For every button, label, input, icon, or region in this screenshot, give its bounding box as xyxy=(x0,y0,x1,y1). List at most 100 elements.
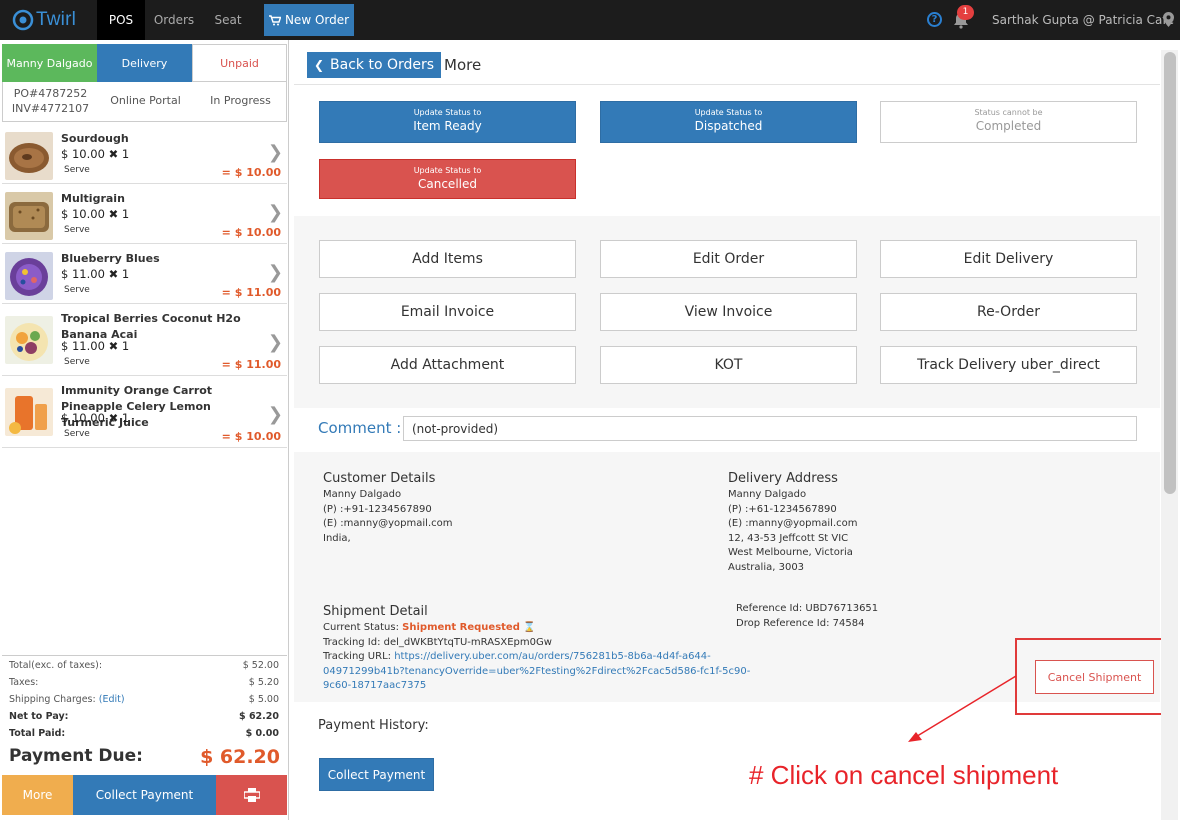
order-progress: In Progress xyxy=(210,94,271,107)
status-dispatched-button[interactable]: Update Status to Dispatched xyxy=(600,101,857,143)
scrollbar-thumb[interactable] xyxy=(1164,52,1176,494)
app-logo[interactable]: Twirl xyxy=(12,9,76,31)
new-order-button[interactable]: New Order xyxy=(264,4,354,36)
track-delivery-button[interactable]: Track Delivery uber_direct xyxy=(880,346,1137,384)
payment-collect-button[interactable]: Collect Payment xyxy=(319,758,434,791)
multiply-icon: ✖ xyxy=(108,411,119,425)
edit-shipping-link[interactable]: (Edit) xyxy=(99,694,125,705)
status-hint: Status cannot be xyxy=(974,108,1043,117)
location-pin-icon[interactable] xyxy=(1163,12,1174,27)
payment-due-value: $ 62.20 xyxy=(200,746,280,768)
nav-seat[interactable]: Seat xyxy=(208,0,248,40)
top-navbar: Twirl POS Orders Seat New Order ? 1 Sart… xyxy=(0,0,1180,40)
annotation-text: # Click on cancel shipment xyxy=(749,760,1059,790)
status-hint: Update Status to xyxy=(413,166,482,175)
chevron-right-icon[interactable]: ❯ xyxy=(268,404,283,425)
order-item[interactable]: Multigrain $ 10.00 ✖ 1 Serve ❯ = $ 10.00 xyxy=(2,184,287,244)
tracking-url-link[interactable]: https://delivery.uber.com/au/orders/7562… xyxy=(394,651,711,662)
status-item-ready-button[interactable]: Update Status to Item Ready xyxy=(319,101,576,143)
status-hint: Update Status to xyxy=(413,108,482,117)
customer-details-title: Customer Details xyxy=(323,471,436,486)
status-label: Completed xyxy=(975,119,1042,133)
view-invoice-button[interactable]: View Invoice xyxy=(600,293,857,331)
item-total: = $ 11.00 xyxy=(221,358,281,371)
item-name: Multigrain xyxy=(61,192,125,205)
item-qty: 1 xyxy=(121,339,130,353)
user-menu[interactable]: Sarthak Gupta @ Patricia Cafe xyxy=(992,0,1174,40)
subtotal-row: Total(exc. of taxes): $ 52.00 xyxy=(2,656,287,673)
item-price: $ 11.00 xyxy=(61,339,105,353)
payment-status-tab[interactable]: Unpaid xyxy=(192,44,287,82)
chevron-right-icon[interactable]: ❯ xyxy=(268,202,283,223)
chevron-right-icon[interactable]: ❯ xyxy=(268,262,283,283)
item-price-qty: $ 10.00 ✖ 1 xyxy=(61,411,129,425)
add-attachment-button[interactable]: Add Attachment xyxy=(319,346,576,384)
print-button[interactable] xyxy=(216,775,287,815)
net-value: $ 62.20 xyxy=(239,711,279,722)
item-price-qty: $ 10.00 ✖ 1 xyxy=(61,207,129,221)
order-type-tab[interactable]: Delivery xyxy=(97,44,192,82)
scrollbar[interactable] xyxy=(1161,50,1178,820)
comment-label: Comment : xyxy=(318,419,402,437)
item-price: $ 10.00 xyxy=(61,411,105,425)
twirl-logo-icon xyxy=(12,9,34,31)
notification-badge: 1 xyxy=(957,5,974,20)
taxes-value: $ 5.20 xyxy=(248,677,279,688)
delivery-address-title: Delivery Address xyxy=(728,471,838,486)
chevron-right-icon[interactable]: ❯ xyxy=(268,332,283,353)
more-button[interactable]: More xyxy=(2,775,73,815)
item-price-qty: $ 11.00 ✖ 1 xyxy=(61,267,129,281)
tracking-url-link-cont[interactable]: 04971299b41b?tenancyOverride=uber%2Ftest… xyxy=(323,665,750,680)
order-item[interactable]: Immunity Orange Carrot Pineapple Celery … xyxy=(2,376,287,448)
multiply-icon: ✖ xyxy=(108,339,119,353)
question-circle-icon[interactable]: ? xyxy=(927,12,942,27)
chevron-right-icon[interactable]: ❯ xyxy=(268,142,283,163)
edit-delivery-button[interactable]: Edit Delivery xyxy=(880,240,1137,278)
item-name: Sourdough xyxy=(61,132,129,145)
item-qty: 1 xyxy=(121,267,130,281)
kot-button[interactable]: KOT xyxy=(600,346,857,384)
status-label: Dispatched xyxy=(694,119,763,133)
edit-order-button[interactable]: Edit Order xyxy=(600,240,857,278)
customer-name-tab[interactable]: Manny Dalgado xyxy=(2,44,97,82)
item-total: = $ 11.00 xyxy=(221,286,281,299)
status-hint: Update Status to xyxy=(694,108,763,117)
delivery-street: 12, 43-53 Jeffcott St VIC xyxy=(728,532,849,544)
multiply-icon: ✖ xyxy=(108,207,119,221)
shipment-detail: Current Status: Shipment Requested ⌛ Tra… xyxy=(323,621,750,694)
order-item[interactable]: Sourdough $ 10.00 ✖ 1 Serve ❯ = $ 10.00 xyxy=(2,124,287,184)
tracking-url-row: Tracking URL: https://delivery.uber.com/… xyxy=(323,650,750,665)
comment-field[interactable]: (not-provided) xyxy=(403,416,1137,441)
delivery-email: (E) :manny@yopmail.com xyxy=(728,518,858,529)
status-label: Cancelled xyxy=(418,177,477,191)
new-order-label: New Order xyxy=(284,13,350,27)
actions-section: Add Items Edit Order Edit Delivery Email… xyxy=(294,216,1160,408)
item-price: $ 11.00 xyxy=(61,267,105,281)
juice-thumbnail xyxy=(5,388,53,436)
item-name: Blueberry Blues xyxy=(61,252,160,265)
delivery-phone: (P) :+61-1234567890 xyxy=(728,503,837,515)
item-note: Serve xyxy=(64,225,90,235)
back-to-orders-button[interactable]: ❮ Back to Orders xyxy=(307,52,441,78)
multiply-icon: ✖ xyxy=(108,267,119,281)
shipment-status: Shipment Requested xyxy=(402,622,520,633)
tracking-id: Tracking Id: del_dWKBtYtqTU-mRASXEpm0Gw xyxy=(323,636,552,648)
nav-pos[interactable]: POS xyxy=(97,0,145,40)
email-invoice-button[interactable]: Email Invoice xyxy=(319,293,576,331)
multiply-icon: ✖ xyxy=(108,147,119,161)
item-total: = $ 10.00 xyxy=(221,226,281,239)
order-item[interactable]: Blueberry Blues $ 11.00 ✖ 1 Serve ❯ = $ … xyxy=(2,244,287,304)
status-cancelled-button[interactable]: Update Status to Cancelled xyxy=(319,159,576,199)
re-order-button[interactable]: Re-Order xyxy=(880,293,1137,331)
tracking-url-link-end[interactable]: 9c60-18717aac7375 xyxy=(323,679,750,694)
reference-id: Reference Id: UBD76713651 xyxy=(736,603,879,614)
subtotal-value: $ 52.00 xyxy=(242,660,279,671)
annotation-arrow-icon xyxy=(908,675,1017,742)
collect-payment-button[interactable]: Collect Payment xyxy=(73,775,216,815)
order-item[interactable]: Tropical Berries Coconut H2o Banana Acai… xyxy=(2,304,287,376)
nav-orders[interactable]: Orders xyxy=(150,0,198,40)
cancel-shipment-button[interactable]: Cancel Shipment xyxy=(1035,660,1154,694)
item-qty: 1 xyxy=(121,411,130,425)
add-items-button[interactable]: Add Items xyxy=(319,240,576,278)
item-price: $ 10.00 xyxy=(61,147,105,161)
